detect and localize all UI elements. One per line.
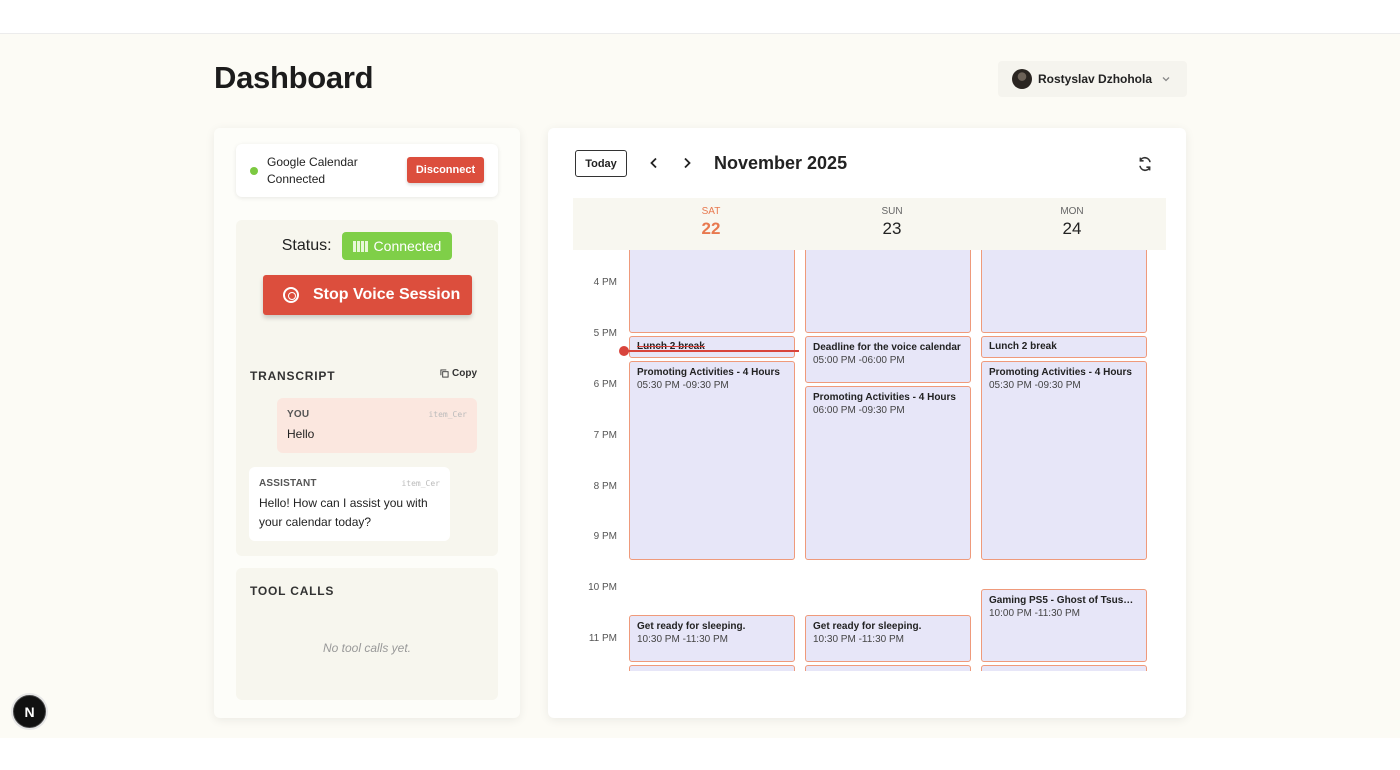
nextjs-dev-badge[interactable]: N <box>13 695 46 728</box>
day-name: SAT <box>701 206 721 217</box>
nextjs-logo-icon: N <box>24 703 35 720</box>
refresh-button[interactable] <box>1136 155 1154 173</box>
avatar <box>1012 69 1032 89</box>
tool-calls-empty-text: No tool calls yet. <box>322 641 412 655</box>
transcript-message-assistant: ASSISTANT item_Cer Hello! How can I assi… <box>249 467 450 541</box>
status-label: Status: <box>281 237 332 254</box>
time-label: 9 PM <box>593 531 617 542</box>
event-title: Get ready for sleeping. <box>813 621 922 632</box>
calendar-event[interactable] <box>805 665 971 671</box>
stop-voice-session-label: Stop Voice Session <box>313 286 461 303</box>
time-label: 8 PM <box>593 481 617 492</box>
event-time: 10:30 PM -11:30 PM <box>637 634 728 645</box>
connected-dot-icon <box>250 167 258 175</box>
stop-icon <box>283 287 299 303</box>
event-title: Deadline for the voice calendar <box>813 342 961 353</box>
event-title: Gaming PS5 - Ghost of Tsushima <box>989 595 1139 606</box>
calendar-event[interactable]: Get ready for sleeping. 10:30 PM -11:30 … <box>805 615 971 662</box>
message-text: Hello <box>287 427 315 441</box>
day-header-mon[interactable]: MON 24 <box>989 198 1155 250</box>
user-name: Rostyslav Dzhohola <box>1038 72 1153 86</box>
current-time-line <box>624 350 799 352</box>
calendar-event[interactable]: Get ready for sleeping. 10:30 PM -11:30 … <box>629 615 795 662</box>
next-week-button[interactable] <box>679 155 695 171</box>
month-title: November 2025 <box>714 153 848 173</box>
refresh-icon <box>1139 156 1151 172</box>
time-label: 10 PM <box>588 582 617 593</box>
event-time: 06:00 PM -09:30 PM <box>813 405 905 416</box>
day-name: SUN <box>881 206 903 217</box>
calendar-event[interactable]: Promoting Activities - 4 Hours 05:30 PM … <box>981 361 1147 560</box>
message-id: item_Cer <box>428 410 467 419</box>
day-header-sun[interactable]: SUN 23 <box>809 198 975 250</box>
copy-transcript-button[interactable]: Copy <box>440 368 477 379</box>
event-title: Get ready for sleeping. <box>637 621 746 632</box>
google-calendar-status: Google Calendar Connected <box>267 155 358 186</box>
calendar-event[interactable]: Lunch 2 break <box>629 336 795 358</box>
transcript-message-user: YOU item_Cer Hello <box>277 398 477 453</box>
user-menu[interactable]: Rostyslav Dzhohola <box>998 61 1187 97</box>
copy-icon <box>440 369 449 378</box>
status-badge: Connected <box>341 232 453 260</box>
time-label: 7 PM <box>593 430 617 441</box>
chevron-left-icon <box>650 157 657 169</box>
browser-bottom-bar <box>0 738 1400 770</box>
calendar-event[interactable]: Deadline for the voice calendar 05:00 PM… <box>805 336 971 383</box>
calendar-event[interactable]: Gaming PS5 - Ghost of Tsushima 10:00 PM … <box>981 589 1147 662</box>
event-time: 10:00 PM -11:30 PM <box>989 608 1080 619</box>
page-title: Dashboard <box>214 60 374 95</box>
calendar-panel: Today November 2025 SAT 22 SUN 23 MON 24 <box>548 128 1186 718</box>
calendar-event[interactable]: Promoting Activities - 4 Hours 06:00 PM … <box>805 386 971 560</box>
calendar-event[interactable]: Promoting Activities - 4 Hours 05:30 PM … <box>629 361 795 560</box>
calendar-event[interactable] <box>629 665 795 671</box>
event-title: Promoting Activities - 4 Hours <box>989 367 1132 378</box>
calendar-event[interactable] <box>629 250 795 333</box>
event-title: Promoting Activities - 4 Hours <box>637 367 780 378</box>
calendar-event[interactable] <box>981 250 1147 333</box>
transcript-section: TRANSCRIPT Copy YOU item_Cer Hello ASSIS… <box>236 350 498 556</box>
calendar-day-header: SAT 22 SUN 23 MON 24 <box>573 198 1166 250</box>
message-role: ASSISTANT <box>259 478 317 489</box>
event-time: 10:30 PM -11:30 PM <box>813 634 904 645</box>
event-time: 05:00 PM -06:00 PM <box>813 355 905 366</box>
calendar-grid[interactable]: 4 PM 5 PM 6 PM 7 PM 8 PM 9 PM 10 PM 11 P… <box>573 250 1166 671</box>
event-title: Promoting Activities - 4 Hours <box>813 392 956 403</box>
chevron-down-icon <box>1162 77 1170 82</box>
event-time: 05:30 PM -09:30 PM <box>989 380 1081 391</box>
copy-label: Copy <box>452 368 477 379</box>
tool-calls-section: TOOL CALLS No tool calls yet. <box>236 568 498 700</box>
stop-voice-session-button[interactable]: Stop Voice Session <box>263 275 472 315</box>
transcript-title: TRANSCRIPT <box>250 369 336 383</box>
calendar-event[interactable] <box>981 665 1147 671</box>
day-number: 23 <box>882 219 902 238</box>
time-label: 5 PM <box>593 328 617 339</box>
event-time: 05:30 PM -09:30 PM <box>637 380 729 391</box>
current-time-dot <box>619 346 629 356</box>
disconnect-button[interactable]: Disconnect <box>407 157 484 183</box>
message-role: YOU <box>287 409 310 420</box>
message-id: item_Cer <box>401 479 440 488</box>
message-text: Hello! How can I assist you with your ca… <box>259 496 428 529</box>
previous-week-button[interactable] <box>646 155 662 171</box>
status-value: Connected <box>373 238 442 254</box>
assistant-panel: Google Calendar Connected Disconnect Sta… <box>214 128 520 718</box>
event-title: Lunch 2 break <box>989 341 1057 352</box>
audio-bars-icon <box>352 240 368 252</box>
status-row: Status: Connected <box>214 232 520 260</box>
google-calendar-card: Google Calendar Connected Disconnect <box>236 144 498 197</box>
chevron-right-icon <box>684 157 691 169</box>
day-number: 24 <box>1062 219 1082 238</box>
time-label: 6 PM <box>593 379 617 390</box>
calendar-event[interactable]: Lunch 2 break <box>981 336 1147 358</box>
day-name: MON <box>1060 206 1084 217</box>
today-button[interactable]: Today <box>575 150 627 177</box>
time-label: 4 PM <box>593 277 617 288</box>
browser-top-bar <box>0 0 1400 34</box>
day-number: 22 <box>701 219 721 238</box>
time-label: 11 PM <box>588 633 617 644</box>
calendar-event[interactable] <box>805 250 971 333</box>
tool-calls-title: TOOL CALLS <box>250 584 335 598</box>
day-header-sat[interactable]: SAT 22 <box>628 198 794 250</box>
